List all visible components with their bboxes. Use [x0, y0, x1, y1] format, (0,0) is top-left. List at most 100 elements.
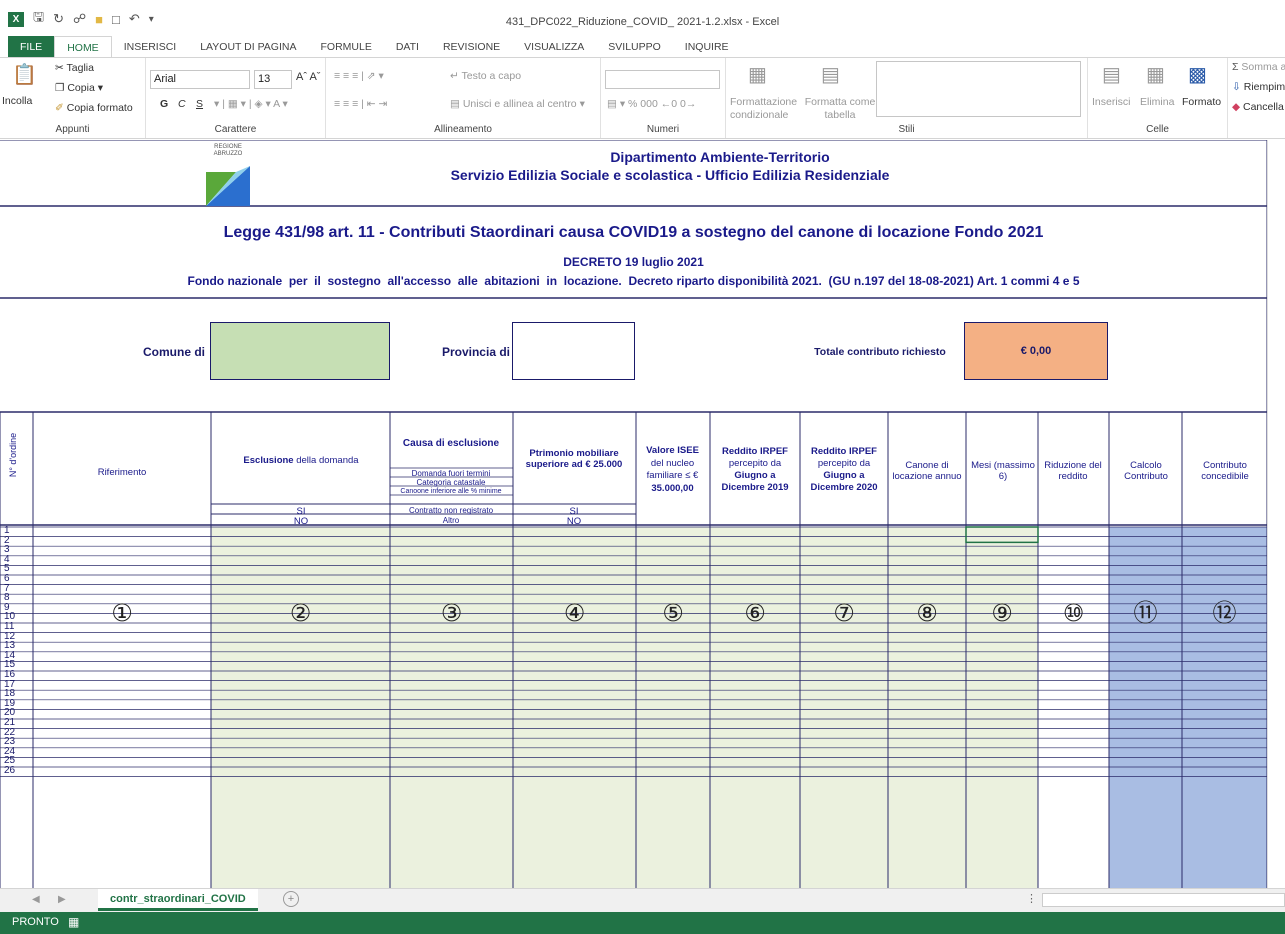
format-cells-icon[interactable]: ▩ — [1188, 62, 1207, 87]
merge-center-button[interactable]: ▤ Unisci e allinea al centro ▾ — [450, 98, 585, 110]
data-column-contributo[interactable] — [1182, 527, 1267, 888]
macro-record-icon[interactable]: ▦ — [68, 915, 79, 929]
insert-cells-button[interactable]: Inserisci — [1092, 96, 1131, 108]
data-column-calcolo[interactable] — [1109, 527, 1182, 888]
vertical-scrollbar[interactable] — [1267, 140, 1285, 888]
format-table-icon[interactable]: ▤ — [821, 62, 840, 87]
cut-button[interactable]: ✂ Taglia — [55, 62, 94, 74]
format-cells-button[interactable]: Formato — [1182, 96, 1221, 108]
data-column-green[interactable] — [800, 527, 888, 888]
scissors-icon: ✂ — [55, 62, 64, 74]
sheet-tab-active[interactable]: contr_straordinari_COVID — [98, 889, 258, 911]
header-ordine: N° d'ordine — [8, 432, 18, 478]
data-column-green[interactable] — [710, 527, 800, 888]
paste-button[interactable]: Incolla — [2, 95, 32, 107]
group-label-numeri: Numeri — [646, 124, 680, 135]
fill-button[interactable]: ⇩ Riempim — [1232, 81, 1285, 93]
group-label-celle: Celle — [1146, 124, 1169, 135]
column-number-marker: ⑩ — [1062, 599, 1085, 627]
tab-file[interactable]: FILE — [8, 36, 55, 58]
column-number-marker: ⑥ — [744, 599, 766, 627]
header-reddito-2020: Reddito IRPEF percepito da Giugno a Dicembr… — [810, 446, 878, 493]
underline-button[interactable]: S — [196, 98, 203, 110]
tab-formule[interactable]: FORMULE — [308, 36, 383, 58]
font-size-select[interactable]: 13 — [254, 70, 292, 89]
service-title: Servizio Edilizia Sociale e scolastica -… — [450, 167, 890, 183]
tab-home[interactable]: HOME — [54, 36, 112, 58]
status-ready: PRONTO — [12, 916, 59, 928]
copy-button[interactable]: ❐ Copia ▾ — [55, 82, 103, 94]
comune-label: Comune di — [143, 345, 205, 359]
causa-item: Canoone inferiore alle % minime — [400, 488, 502, 495]
bold-button[interactable]: G — [160, 98, 168, 110]
autosum-button[interactable]: Σ Somma a — [1232, 61, 1285, 73]
provincia-input[interactable] — [512, 322, 635, 380]
header-mesi: Mesi (massimo 6) — [971, 460, 1035, 482]
tab-layout[interactable]: LAYOUT DI PAGINA — [188, 36, 308, 58]
paste-icon[interactable]: 📋 — [12, 62, 37, 87]
comune-input[interactable] — [210, 322, 390, 380]
brush-icon: ✐ — [55, 102, 64, 114]
header-esclusione: Esclusione della domanda — [243, 455, 359, 466]
header-causa: Causa di esclusione — [402, 438, 500, 449]
column-number-marker: ⑨ — [991, 599, 1013, 627]
header-canone: Canone di locazione annuo — [892, 460, 962, 482]
tab-dati[interactable]: DATI — [384, 36, 431, 58]
grow-font-icon[interactable]: Aˆ Aˇ — [296, 71, 320, 83]
alignment-group: ≡ ≡ ≡ | ⇗ ▾ ↵ Testo a capo ≡ ≡ ≡ | ⇤ ⇥ ▤… — [326, 58, 601, 138]
align-left-icon[interactable]: ≡ ≡ ≡ | ⇤ ⇥ — [334, 98, 387, 110]
data-column-green[interactable] — [888, 527, 966, 888]
header-riferimento: Riferimento — [97, 467, 147, 478]
clipboard-group: 📋 Incolla ✂ Taglia ❐ Copia ▾ ✐ Copia for… — [0, 58, 146, 138]
prev-sheet-icon[interactable]: ◀ — [32, 894, 40, 905]
tab-visualizza[interactable]: VISUALIZZA — [512, 36, 596, 58]
data-column-green[interactable] — [513, 527, 636, 888]
decree-title: DECRETO 19 luglio 2021 — [563, 255, 704, 269]
header-reddito-2019: Reddito IRPEF percepito da Giugno a Dicembr… — [721, 446, 789, 493]
insert-cells-icon[interactable]: ▤ — [1102, 62, 1121, 87]
clear-button[interactable]: ◆ Cancella — [1232, 101, 1284, 113]
format-painter-button[interactable]: ✐ Copia formato — [55, 102, 133, 114]
column-number-marker: ⑦ — [833, 599, 855, 627]
tab-revisione[interactable]: REVISIONE — [431, 36, 512, 58]
data-column-green[interactable] — [390, 527, 513, 888]
delete-cells-button[interactable]: Elimina — [1140, 96, 1174, 108]
causa-item: Altro — [442, 516, 460, 525]
tab-inserisci[interactable]: INSERISCI — [112, 36, 189, 58]
border-icon[interactable]: ▾ | ▦ ▾ | ◈ ▾ A ▾ — [214, 98, 288, 110]
delete-cells-icon[interactable]: ▦ — [1146, 62, 1165, 87]
cells-group: ▤ ▦ ▩ Inserisci Elimina Formato Celle — [1088, 58, 1228, 138]
tab-inquire[interactable]: INQUIRE — [673, 36, 741, 58]
law-title: Legge 431/98 art. 11 - Contributi Staord… — [223, 224, 1044, 241]
format-table-button[interactable]: Formatta come tabella — [804, 96, 876, 122]
worksheet[interactable]: REGIONE ABRUZZO Dipartimento Ambiente-Te… — [0, 140, 1267, 888]
italic-button[interactable]: C — [178, 98, 186, 110]
font-name-select[interactable]: Arial — [150, 70, 250, 89]
department-title: Dipartimento Ambiente-Territorio — [610, 149, 830, 165]
add-sheet-icon[interactable]: + — [283, 891, 299, 907]
sigma-icon: Σ — [1232, 61, 1239, 73]
split-handle-icon[interactable]: ⋮ — [1026, 892, 1037, 905]
eraser-icon: ◆ — [1232, 101, 1241, 113]
group-label-carattere: Carattere — [214, 124, 257, 135]
conditional-format-icon[interactable]: ▦ — [748, 62, 767, 87]
align-top-icon[interactable]: ≡ ≡ ≡ | ⇗ ▾ — [334, 70, 384, 82]
header-calcolo: Calcolo Contributo — [1124, 460, 1168, 482]
fill-down-icon: ⇩ — [1232, 81, 1241, 93]
tab-sviluppo[interactable]: SVILUPPO — [596, 36, 673, 58]
fund-description: Fondo nazionale per il sostegno all'acce… — [187, 274, 1080, 288]
column-number-marker: ⑫ — [1212, 599, 1237, 627]
horizontal-scrollbar[interactable] — [1042, 893, 1285, 907]
ribbon: 📋 Incolla ✂ Taglia ❐ Copia ▾ ✐ Copia for… — [0, 57, 1285, 139]
conditional-format-button[interactable]: Formattazione condizionale — [730, 96, 802, 122]
cell-styles-gallery[interactable] — [876, 61, 1081, 117]
causa-item: Domanda fuori termini — [411, 469, 491, 478]
wrap-text-button[interactable]: ↵ Testo a capo — [450, 70, 521, 82]
data-column-green[interactable] — [966, 527, 1038, 888]
number-format-select[interactable] — [605, 70, 720, 89]
next-sheet-icon[interactable]: ▶ — [58, 894, 66, 905]
font-group: Arial 13 Aˆ Aˇ G C S ▾ | ▦ ▾ | ◈ ▾ A ▾ C… — [146, 58, 326, 138]
currency-icon[interactable]: ▤ ▾ % 000 ←0 0→ — [607, 98, 696, 110]
data-column-green[interactable] — [636, 527, 710, 888]
data-column-green[interactable] — [211, 527, 390, 888]
